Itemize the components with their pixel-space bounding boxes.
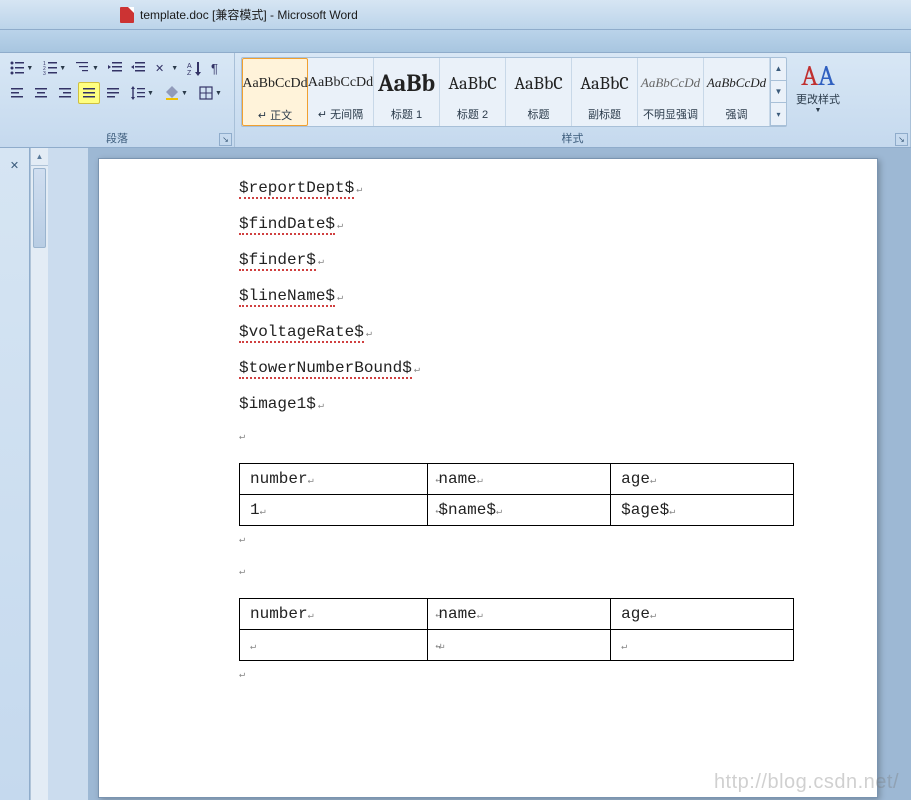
align-justify-button[interactable]	[78, 82, 100, 104]
decrease-indent-button[interactable]	[104, 57, 125, 79]
style-item-emphasis[interactable]: AaBbCcDd强调	[704, 58, 770, 126]
style-item-heading1[interactable]: AaBb标题 1	[374, 58, 440, 126]
svg-text:¶: ¶	[211, 61, 218, 76]
svg-text:3: 3	[43, 71, 46, 76]
change-styles-button[interactable]: AA 更改样式 ▼	[793, 57, 843, 114]
change-styles-icon: AA	[793, 63, 843, 89]
text-line: $image1$↵	[239, 395, 799, 413]
align-left-button[interactable]	[6, 82, 28, 104]
table-row: number↵↵ name↵ age↵	[240, 464, 794, 495]
empty-line: ↵	[239, 669, 799, 687]
doc-table-2[interactable]: number↵↵ name↵ age↵ ↵↵ ↵ ↵	[239, 598, 794, 661]
gallery-scroll-down[interactable]: ▼	[771, 81, 786, 104]
bullets-button[interactable]: ▼	[6, 57, 37, 79]
style-item-nospacing[interactable]: AaBbCcDd↵ 无间隔	[308, 58, 374, 126]
table-row: number↵↵ name↵ age↵	[240, 599, 794, 630]
empty-line: ↵	[239, 566, 799, 584]
page-viewport[interactable]: $reportDept$↵ $findDate$↵ $finder$↵ $lin…	[88, 148, 911, 800]
text-line: $finder$↵	[239, 251, 799, 269]
styles-dialog-launcher[interactable]: ↘	[895, 133, 908, 146]
style-item-title[interactable]: AaBbC标题	[506, 58, 572, 126]
nav-scrollbar: ▲	[30, 148, 48, 800]
align-right-button[interactable]	[54, 82, 76, 104]
distribute-button[interactable]	[102, 82, 124, 104]
word-doc-icon	[120, 7, 134, 23]
pane-strip: ✕	[0, 148, 30, 800]
table-row: 1↵↵ $name$↵ $age$↵	[240, 495, 794, 526]
style-item-subtitle[interactable]: AaBbC副标题	[572, 58, 638, 126]
gallery-scroll-up[interactable]: ▲	[771, 58, 786, 81]
text-line: $reportDept$↵	[239, 179, 799, 197]
styles-group-label: 样式	[235, 131, 910, 147]
text-line: $findDate$↵	[239, 215, 799, 233]
paragraph-dialog-launcher[interactable]: ↘	[219, 133, 232, 146]
text-line: $voltageRate$↵	[239, 323, 799, 341]
styles-gallery: AaBbCcDd↵ 正文 AaBbCcDd↵ 无间隔 AaBb标题 1 AaBb…	[241, 57, 787, 127]
svg-text:Z: Z	[187, 70, 192, 76]
document-area: ✕ ▲ $reportDept$↵ $findDate$↵ $finder$↵ …	[0, 148, 911, 800]
text-line: $lineName$↵	[239, 287, 799, 305]
text-line: $towerNumberBound$↵	[239, 359, 799, 377]
shading-button[interactable]: ▼	[160, 82, 192, 104]
numbering-button[interactable]: 123▼	[39, 57, 70, 79]
watermark: http://blog.csdn.net/	[714, 771, 899, 794]
page: $reportDept$↵ $findDate$↵ $finder$↵ $lin…	[98, 158, 878, 798]
align-center-button[interactable]	[30, 82, 52, 104]
doc-table-1[interactable]: number↵↵ name↵ age↵ 1↵↵ $name$↵ $age$↵	[239, 463, 794, 526]
ribbon-group-styles: AaBbCcDd↵ 正文 AaBbCcDd↵ 无间隔 AaBb标题 1 AaBb…	[235, 53, 911, 147]
empty-line: ↵	[239, 534, 799, 552]
svg-text:✕: ✕	[155, 63, 164, 75]
borders-button[interactable]: ▼	[194, 82, 226, 104]
sort-button[interactable]: AZ	[184, 57, 205, 79]
window-titlebar: template.doc [兼容模式] - Microsoft Word	[0, 0, 911, 30]
multilevel-list-button[interactable]: ▼	[72, 57, 103, 79]
gallery-expand[interactable]: ▾	[771, 103, 786, 126]
gallery-scroll: ▲ ▼ ▾	[770, 58, 786, 126]
line-spacing-button[interactable]: ▼	[126, 82, 158, 104]
show-marks-button[interactable]: ¶	[207, 57, 228, 79]
ribbon-tabs-strip	[0, 30, 911, 53]
scroll-up-button[interactable]: ▲	[31, 148, 48, 166]
scroll-thumb[interactable]	[33, 168, 46, 248]
ruler-gutter	[48, 148, 88, 800]
style-item-heading2[interactable]: AaBbC标题 2	[440, 58, 506, 126]
ribbon-group-paragraph: ▼ 123▼ ▼ ✕▼ AZ ¶ ▼ ▼ ▼ 段落 ↘	[0, 53, 235, 147]
window-title: template.doc [兼容模式] - Microsoft Word	[140, 6, 358, 23]
ribbon: ▼ 123▼ ▼ ✕▼ AZ ¶ ▼ ▼ ▼ 段落 ↘ AaBbCcDd↵ 正文…	[0, 53, 911, 148]
asian-layout-button[interactable]: ✕▼	[151, 57, 182, 79]
page-content[interactable]: $reportDept$↵ $findDate$↵ $finder$↵ $lin…	[239, 179, 799, 687]
paragraph-group-label: 段落	[0, 131, 234, 147]
close-pane-button[interactable]: ✕	[7, 159, 23, 175]
style-item-normal[interactable]: AaBbCcDd↵ 正文	[242, 58, 308, 126]
increase-indent-button[interactable]	[128, 57, 149, 79]
table-row: ↵↵ ↵ ↵	[240, 630, 794, 661]
style-item-subtle-emphasis[interactable]: AaBbCcDd不明显强调	[638, 58, 704, 126]
empty-line: ↵	[239, 431, 799, 449]
svg-text:A: A	[187, 63, 192, 70]
